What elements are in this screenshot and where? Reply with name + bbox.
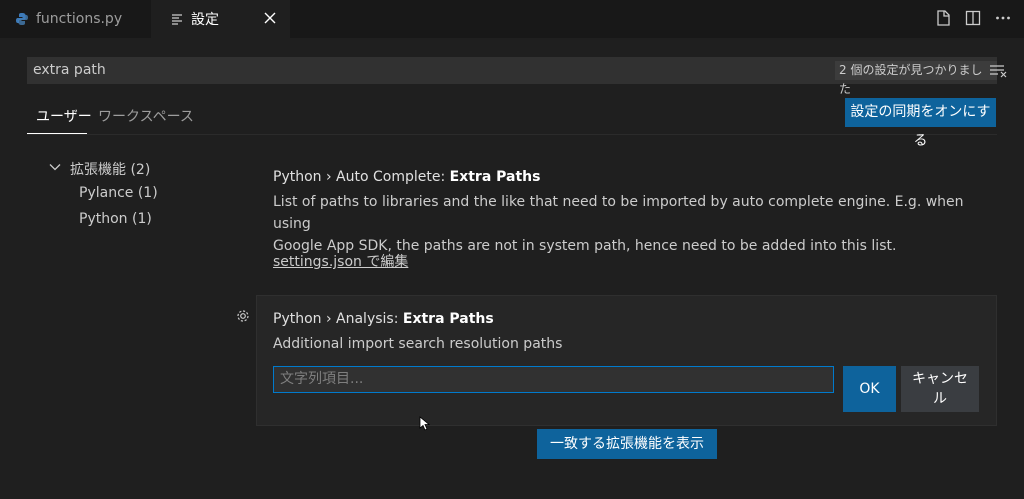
ok-button[interactable]: OK [843, 366, 896, 412]
tab-workspace[interactable]: ワークスペース [98, 106, 194, 126]
active-tab-underline [27, 133, 87, 134]
description-line: List of paths to libraries and the like … [273, 194, 964, 232]
setting-category: Python › Auto Complete: [273, 169, 450, 185]
more-actions-icon[interactable] [994, 9, 1012, 27]
setting-description: List of paths to libraries and the like … [273, 191, 983, 257]
cancel-label-line: ル [933, 391, 947, 407]
result-count-badge: 2 個の設定が見つかりました [835, 61, 997, 96]
toc-item-pylance[interactable]: Pylance (1) [79, 185, 158, 201]
mouse-cursor-icon [419, 416, 431, 432]
string-item-input[interactable]: 文字列項目... [273, 366, 834, 393]
tab-functions-py[interactable]: functions.py [0, 0, 151, 38]
setting-name: Extra Paths [449, 169, 541, 185]
edit-in-settings-json-link[interactable]: settings.json で編集 [273, 251, 408, 271]
setting-title-analysis: Python › Analysis: Extra Paths [273, 311, 494, 327]
editor-tab-bar: functions.py 設定 [0, 0, 1024, 38]
chevron-down-icon[interactable] [48, 159, 62, 173]
tab-user[interactable]: ユーザー [36, 106, 92, 126]
setting-category: Python › Analysis: [273, 311, 403, 327]
clear-filter-icon[interactable] [989, 62, 1009, 79]
settings-list-icon [169, 11, 185, 27]
cancel-label-line: キャンセ [912, 371, 968, 387]
setting-name: Extra Paths [402, 311, 494, 327]
setting-description: Additional import search resolution path… [273, 336, 563, 352]
tab-label: 設定 [191, 12, 219, 28]
cancel-button[interactable]: キャンセ ル [901, 366, 979, 412]
python-file-icon [14, 11, 30, 27]
scope-divider [27, 134, 997, 135]
editor-actions [934, 9, 1012, 27]
show-matching-extensions-button[interactable]: 一致する拡張機能を表示 [537, 429, 717, 459]
setting-title-autocomplete: Python › Auto Complete: Extra Paths [273, 169, 540, 185]
toc-extensions-group[interactable]: 拡張機能 (2) [70, 159, 150, 179]
toc-item-python[interactable]: Python (1) [79, 211, 152, 227]
search-input[interactable]: extra path [33, 57, 106, 84]
tab-label: functions.py [36, 11, 123, 27]
gear-icon[interactable] [235, 308, 251, 324]
open-settings-json-icon[interactable] [934, 9, 952, 27]
tab-settings[interactable]: 設定 [151, 0, 290, 38]
close-icon[interactable] [262, 10, 278, 26]
split-editor-icon[interactable] [964, 9, 982, 27]
turn-on-sync-button[interactable]: 設定の同期をオンにする [845, 98, 996, 149]
settings-search[interactable]: extra path 2 個の設定が見つかりました [27, 57, 1007, 96]
